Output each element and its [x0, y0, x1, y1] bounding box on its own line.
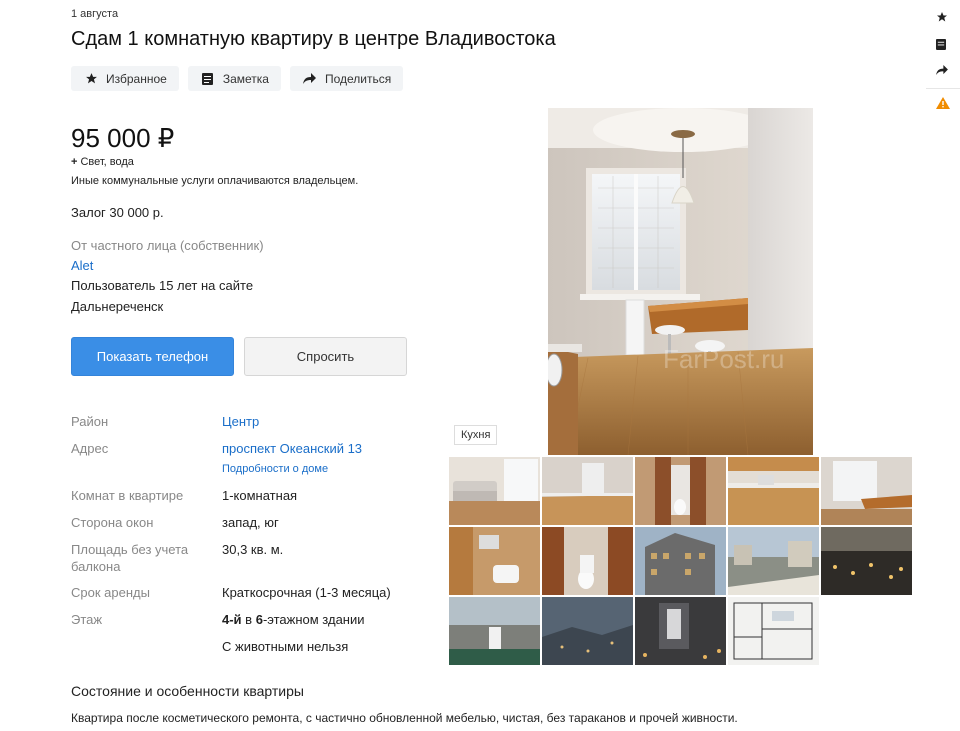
favorite-label: Избранное [106, 71, 167, 86]
note-button[interactable]: Заметка [187, 66, 281, 91]
photo-watermark: FarPost.ru [663, 344, 784, 374]
deposit: Залог 30 000 р. [71, 205, 164, 220]
share-button[interactable]: Поделиться [289, 66, 404, 91]
share-arrow-icon [303, 72, 317, 86]
floor-value: 4-й в 6-этажном здании [222, 611, 365, 638]
listing-date: 1 августа [71, 8, 119, 20]
divider [926, 88, 960, 89]
param-label: Комнат в квартире [71, 488, 184, 503]
seller-city: Дальнереченск [71, 299, 164, 314]
thumbnail[interactable] [821, 457, 912, 525]
thumbnail[interactable] [728, 527, 819, 595]
price: 95 000 ₽ [71, 123, 175, 153]
param-label: Площадь без учета балкона [71, 542, 189, 574]
district-link[interactable]: Центр [222, 413, 259, 440]
plus-icon: + [71, 156, 78, 168]
warning-icon[interactable] [936, 96, 960, 110]
thumbnail[interactable] [728, 457, 819, 525]
param-label: Адрес [71, 441, 109, 456]
thumbnail[interactable] [542, 597, 633, 665]
param-row-district: Район Центр [71, 413, 411, 440]
param-value: 30,3 кв. м. [222, 542, 284, 557]
floor-in: в [241, 612, 256, 627]
param-row-address: Адрес проспект Океанский 13 Подробности … [71, 440, 411, 487]
seller-since: Пользователь 15 лет на сайте [71, 278, 254, 293]
note-label: Заметка [222, 71, 269, 86]
utilities-included: + Свет, вода [71, 156, 134, 168]
photo-caption: Кухня [454, 425, 498, 445]
description-text: Квартира после косметического ремонта, с… [71, 711, 738, 725]
param-row-pets: С животными нельзя [71, 638, 411, 665]
thumbnail[interactable] [635, 457, 726, 525]
param-label: Срок аренды [71, 585, 150, 600]
thumbnail[interactable] [542, 527, 633, 595]
house-details-link[interactable]: Подробности о доме [222, 461, 362, 478]
param-value: С животными нельзя [222, 639, 349, 654]
thumbnail[interactable] [635, 597, 726, 665]
page-title: Сдам 1 комнатную квартиру в центре Влади… [71, 28, 556, 50]
thumbnail[interactable] [449, 527, 540, 595]
share-label: Поделиться [324, 71, 392, 86]
section-title: Состояние и особенности квартиры [71, 683, 304, 699]
utilities-note: Иные коммунальные услуги оплачиваются вл… [71, 175, 359, 187]
param-label: Район [71, 414, 109, 429]
thumbnail[interactable] [728, 597, 819, 665]
param-label: Сторона окон [71, 515, 154, 530]
floor-suffix: -этажном здании [262, 612, 365, 627]
param-row-floor: Этаж 4-й в 6-этажном здании [71, 611, 411, 638]
seller-type: От частного лица (собственник) [71, 238, 264, 253]
show-phone-button[interactable]: Показать телефон [71, 337, 234, 376]
side-star-icon[interactable] [936, 10, 960, 24]
thumbnail[interactable] [449, 457, 540, 525]
param-label: Этаж [71, 612, 103, 627]
seller-name-link[interactable]: Alet [71, 258, 93, 273]
thumbnail-grid [449, 457, 912, 665]
favorite-button[interactable]: Избранное [71, 66, 179, 91]
floor-total: 6 [255, 612, 263, 627]
param-row-windows: Сторона окон запад, юг [71, 514, 411, 541]
param-label-empty [71, 638, 222, 665]
utilities-text: Свет, вода [80, 156, 134, 168]
thumbnail[interactable] [821, 527, 912, 595]
address-block: проспект Океанский 13 Подробности о доме [222, 440, 362, 487]
thumbnail[interactable] [449, 597, 540, 665]
side-note-icon[interactable] [936, 37, 960, 51]
star-icon [84, 72, 98, 86]
floor-number: 4-й [222, 612, 242, 627]
address-link[interactable]: проспект Океанский 13 [222, 441, 362, 456]
side-share-icon[interactable] [936, 63, 960, 77]
param-value: запад, юг [222, 515, 279, 530]
param-row-term: Срок аренды Краткосрочная (1-3 месяца) [71, 584, 411, 611]
thumbnail[interactable] [635, 527, 726, 595]
main-photo[interactable]: FarPost.ru [548, 108, 813, 455]
note-icon [201, 72, 215, 86]
param-value: 1-комнатная [222, 488, 298, 503]
params-table: Район Центр Адрес проспект Океанский 13 … [71, 413, 411, 665]
param-row-rooms: Комнат в квартире 1-комнатная [71, 487, 411, 514]
param-value: Краткосрочная (1-3 месяца) [222, 585, 391, 600]
action-bar: Избранное Заметка Поделиться [71, 66, 404, 91]
thumbnail[interactable] [542, 457, 633, 525]
ask-button[interactable]: Спросить [244, 337, 407, 376]
param-row-area: Площадь без учета балкона 30,3 кв. м. [71, 541, 411, 584]
